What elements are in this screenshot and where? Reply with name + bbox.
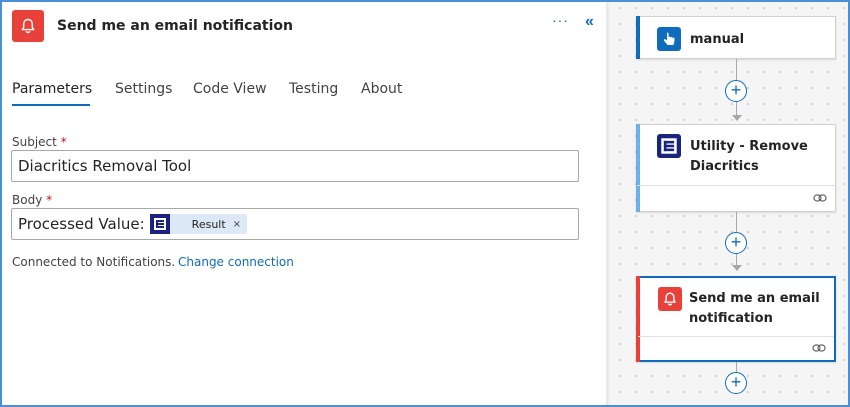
card-title: Send me an email notification <box>689 289 820 329</box>
link-icon <box>813 194 827 202</box>
connection-status: Connected to Notifications. <box>12 255 176 269</box>
tab-testing[interactable]: Testing <box>289 81 338 97</box>
body-label-text: Body <box>12 193 43 207</box>
subject-label: Subject * <box>12 135 67 149</box>
subject-label-text: Subject <box>12 135 57 149</box>
utility-icon <box>149 214 170 234</box>
body-prefix-text: Processed Value: <box>18 215 145 233</box>
connector-line <box>736 102 737 116</box>
add-step-button[interactable]: + <box>725 232 747 254</box>
touch-icon <box>657 27 681 51</box>
card-title: manual <box>690 32 745 47</box>
notification-bell-icon <box>12 10 44 42</box>
card-title-line: Utility - Remove <box>690 139 808 154</box>
body-input[interactable]: Processed Value: Result × <box>11 208 579 240</box>
utility-icon <box>657 134 681 158</box>
required-marker: * <box>60 135 67 149</box>
dynamic-content-token[interactable]: Result × <box>149 214 248 234</box>
card-title-line: Diacritics <box>690 159 759 174</box>
flow-card-manual[interactable]: manual <box>636 16 836 59</box>
card-footer <box>638 336 834 360</box>
card-footer <box>637 185 835 211</box>
card-accent <box>636 16 640 59</box>
tab-settings[interactable]: Settings <box>115 81 172 97</box>
link-icon <box>812 344 826 352</box>
connector-arrow <box>732 115 742 121</box>
connector-line <box>736 362 737 372</box>
panel-title: Send me an email notification <box>57 18 293 34</box>
flow-canvas[interactable]: manual + Utility - Remove Diacritics + S… <box>612 0 850 407</box>
connector-arrow <box>732 265 742 271</box>
collapse-panel-button[interactable]: « <box>585 13 594 31</box>
change-connection-link[interactable]: Change connection <box>178 255 294 269</box>
tab-about[interactable]: About <box>361 81 402 97</box>
subject-value: Diacritics Removal Tool <box>18 157 192 175</box>
body-label: Body * <box>12 193 52 207</box>
add-step-button[interactable]: + <box>725 80 747 102</box>
action-details-panel: Send me an email notification ··· « Para… <box>0 0 610 407</box>
card-title-line: notification <box>689 311 773 326</box>
tab-parameters[interactable]: Parameters <box>12 81 92 97</box>
token-label: Result <box>191 217 226 231</box>
add-step-button[interactable]: + <box>725 372 747 394</box>
bell-icon <box>658 287 682 311</box>
connector-line <box>736 59 737 81</box>
connector-line <box>736 212 737 232</box>
flow-card-email-notification[interactable]: Send me an email notification <box>636 276 836 362</box>
token-remove-button[interactable]: × <box>233 219 241 230</box>
active-tab-indicator <box>12 104 90 106</box>
tab-code-view[interactable]: Code View <box>193 81 267 97</box>
subject-input[interactable]: Diacritics Removal Tool <box>11 150 579 182</box>
flow-card-utility[interactable]: Utility - Remove Diacritics <box>636 124 836 212</box>
more-options-button[interactable]: ··· <box>552 12 569 28</box>
required-marker: * <box>46 193 53 207</box>
card-title: Utility - Remove Diacritics <box>690 137 808 177</box>
card-title-line: Send me an email <box>689 291 820 306</box>
